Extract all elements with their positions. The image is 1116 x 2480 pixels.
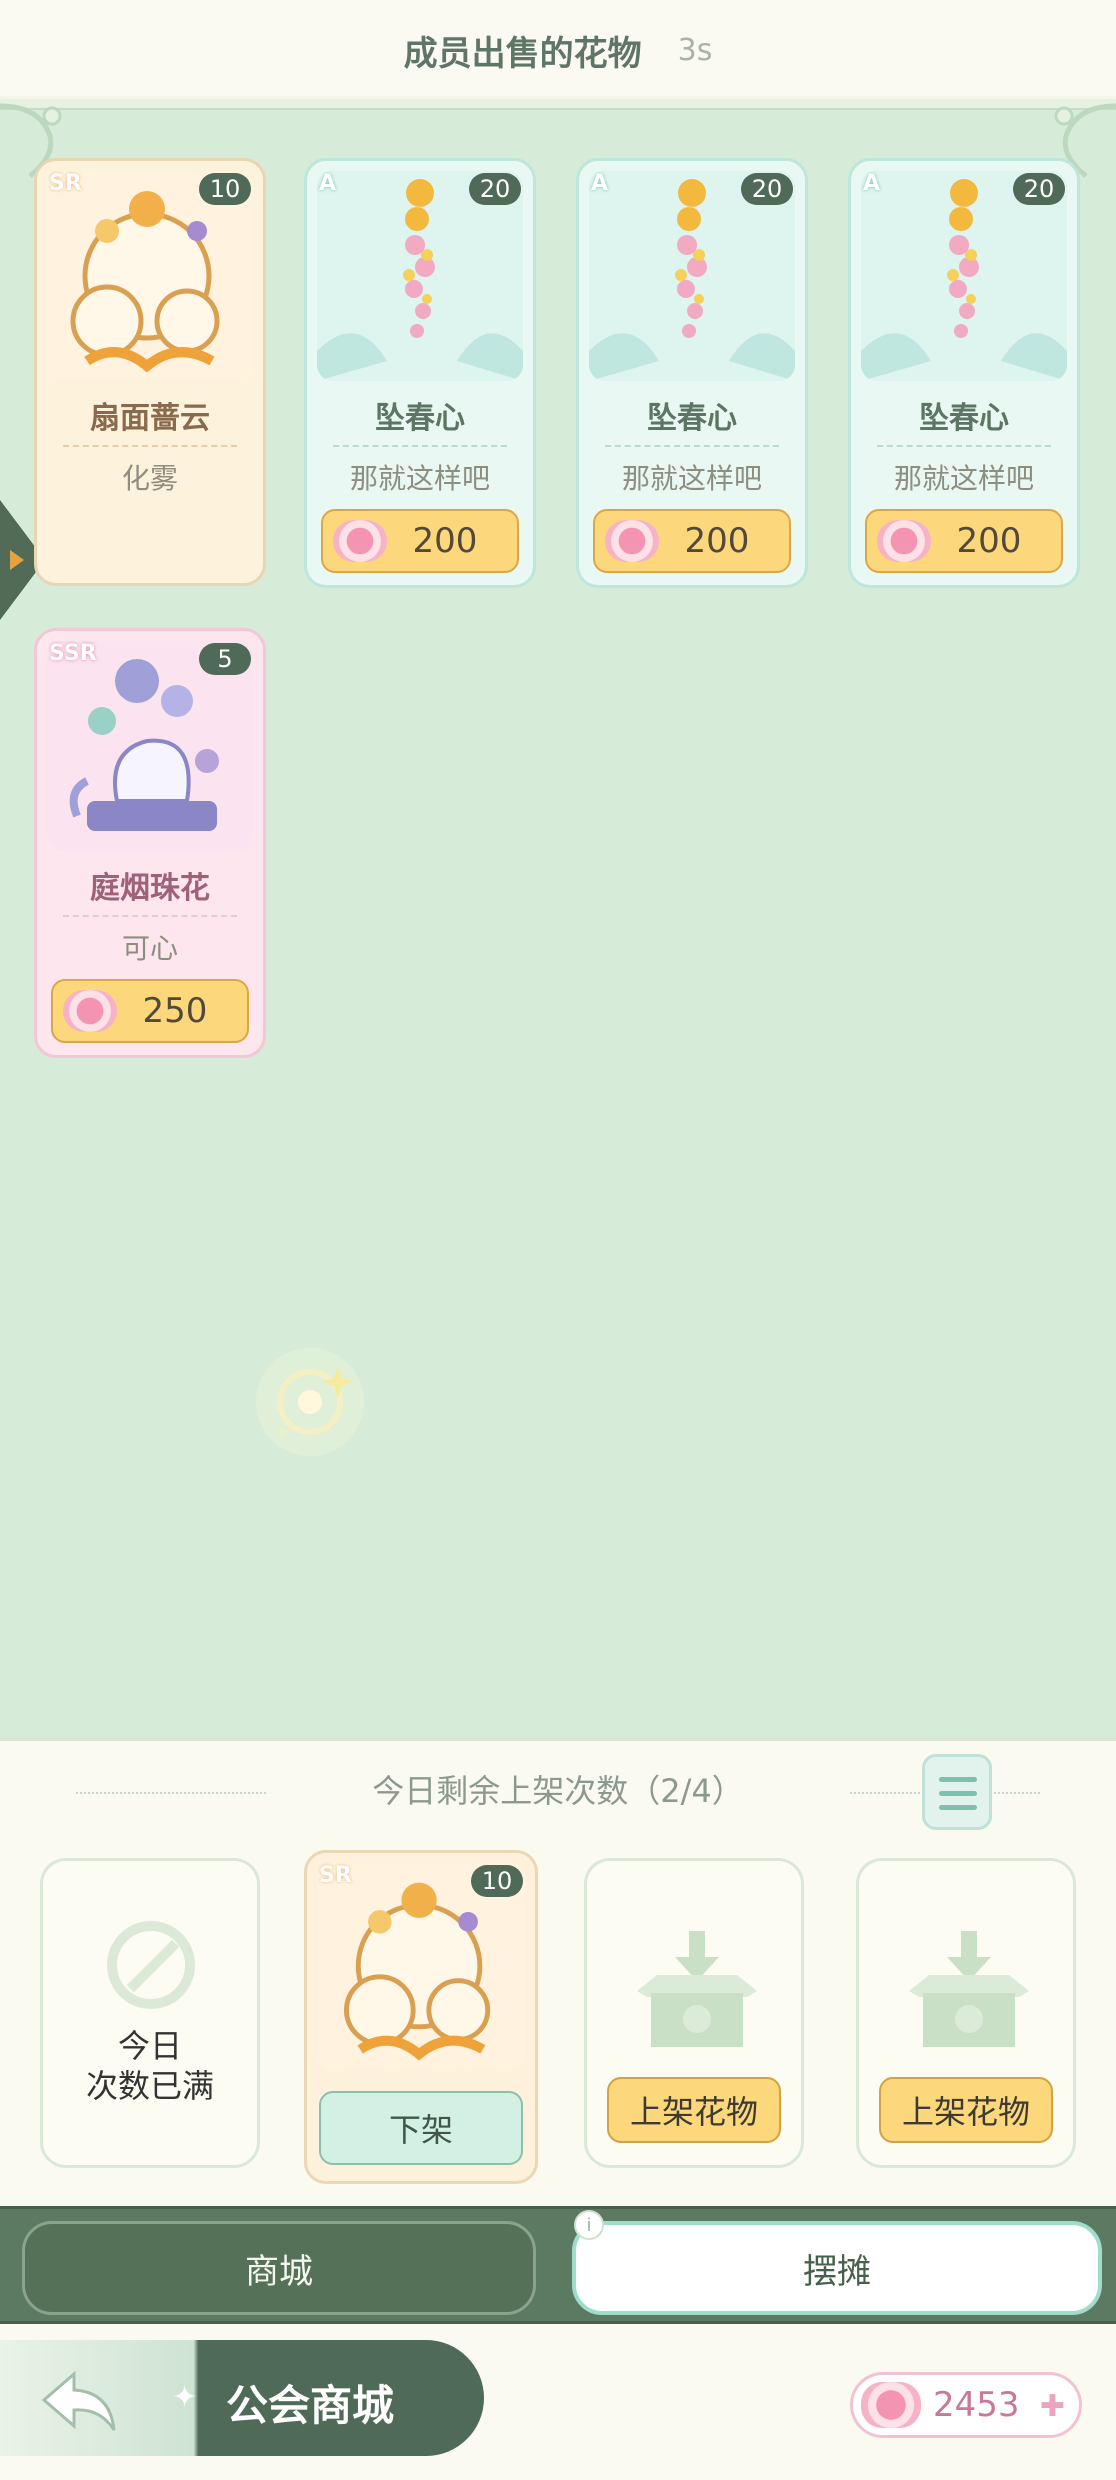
stall-slot-full: 今日 次数已满 — [40, 1858, 260, 2168]
divider — [63, 445, 237, 447]
divider — [333, 445, 507, 447]
price-value: 200 — [956, 521, 1022, 561]
header-divider — [0, 96, 1116, 110]
heart-coin-icon — [861, 2382, 921, 2428]
market-card[interactable]: A 20 坠春心 那就这样吧 200 — [576, 158, 808, 588]
divider — [63, 915, 237, 917]
price-value: 250 — [142, 991, 208, 1031]
currency-counter[interactable]: 2453 ✚ — [850, 2372, 1082, 2438]
currency-amount: 2453 — [933, 2385, 1020, 2425]
list-icon-line — [939, 1791, 977, 1796]
flower-name: 扇面蔷云 — [90, 401, 210, 436]
seller-name: 那就这样吧 — [349, 462, 490, 495]
buy-price-button[interactable]: 200 — [865, 509, 1063, 573]
flower-name: 坠春心 — [375, 401, 465, 436]
info-icon[interactable]: i — [574, 2210, 604, 2240]
rarity-badge: A — [863, 171, 881, 196]
tab-stall[interactable]: 摆摊 — [572, 2221, 1102, 2315]
loading-sparkle-icon — [256, 1348, 364, 1456]
divider — [877, 445, 1051, 447]
flower-name: 坠春心 — [919, 401, 1009, 436]
list-flower-button[interactable]: 上架花物 — [879, 2077, 1053, 2143]
listing-record-button[interactable] — [922, 1754, 992, 1830]
price-value: 200 — [684, 521, 750, 561]
rarity-badge: SR — [49, 171, 82, 196]
quantity-badge: 10 — [199, 173, 251, 205]
rarity-badge: SR — [319, 1863, 352, 1888]
heart-coin-icon — [333, 520, 387, 562]
divider — [605, 445, 779, 447]
market-card[interactable]: SSR 5 庭烟珠花 可心 250 — [34, 628, 266, 1058]
buy-price-button[interactable]: 200 — [593, 509, 791, 573]
list-box-icon — [637, 1931, 757, 2047]
delist-button[interactable]: 下架 — [319, 2091, 523, 2165]
seller-name: 那就这样吧 — [893, 462, 1034, 495]
quantity-badge: 20 — [741, 173, 793, 205]
heart-coin-icon — [877, 520, 931, 562]
tab-shop[interactable]: 商城 — [22, 2221, 536, 2315]
seller-name: 那就这样吧 — [621, 462, 762, 495]
heart-coin-icon — [605, 520, 659, 562]
rarity-badge: A — [591, 171, 609, 196]
heart-coin-icon — [63, 990, 117, 1032]
sparkle-icon: ✦ — [172, 2380, 198, 2415]
arrow-right-icon — [10, 550, 24, 570]
market-card[interactable]: A 20 坠春心 那就这样吧 200 — [304, 158, 536, 588]
list-icon — [939, 1777, 977, 1782]
add-currency-icon[interactable]: ✚ — [1040, 2389, 1065, 2424]
quantity-badge: 20 — [469, 173, 521, 205]
market-card[interactable]: A 20 坠春心 那就这样吧 200 — [848, 158, 1080, 588]
seller-name: 化雾 — [121, 462, 178, 495]
price-value: 200 — [412, 521, 478, 561]
stall-slot-empty[interactable]: 上架花物 — [584, 1858, 804, 2168]
bottom-tabbar: 商城 摆摊 — [0, 2206, 1116, 2324]
seller-name: 可心 — [121, 932, 178, 965]
quantity-badge: 5 — [199, 643, 251, 675]
rarity-badge: A — [319, 171, 337, 196]
refresh-timer: 3s — [677, 32, 713, 68]
back-arrow-icon[interactable] — [40, 2368, 120, 2438]
list-box-icon — [909, 1931, 1029, 2047]
stall-slot-empty[interactable]: 上架花物 — [856, 1858, 1076, 2168]
list-flower-button[interactable]: 上架花物 — [607, 2077, 781, 2143]
stall-slot-listed[interactable]: SR 10 下架 — [304, 1850, 538, 2184]
quantity-badge: 10 — [471, 1865, 523, 1897]
side-drawer-tab[interactable] — [0, 500, 36, 620]
footer-title: 公会商城 — [226, 2381, 395, 2430]
page-title: 成员出售的花物 — [403, 33, 642, 74]
list-icon-line — [939, 1805, 977, 1810]
rarity-badge: SSR — [49, 641, 97, 666]
buy-price-button[interactable]: 250 — [51, 979, 249, 1043]
prohibited-icon — [107, 1921, 195, 2009]
buy-price-button[interactable]: 200 — [321, 509, 519, 573]
quantity-badge: 20 — [1013, 173, 1065, 205]
page-header: 成员出售的花物 3s — [0, 0, 1116, 100]
flower-name: 坠春心 — [647, 401, 737, 436]
flower-name: 庭烟珠花 — [90, 871, 210, 906]
market-card[interactable]: SR 10 扇面蔷云 化雾 — [34, 158, 266, 586]
slot-full-line2: 次数已满 — [85, 2067, 214, 2105]
